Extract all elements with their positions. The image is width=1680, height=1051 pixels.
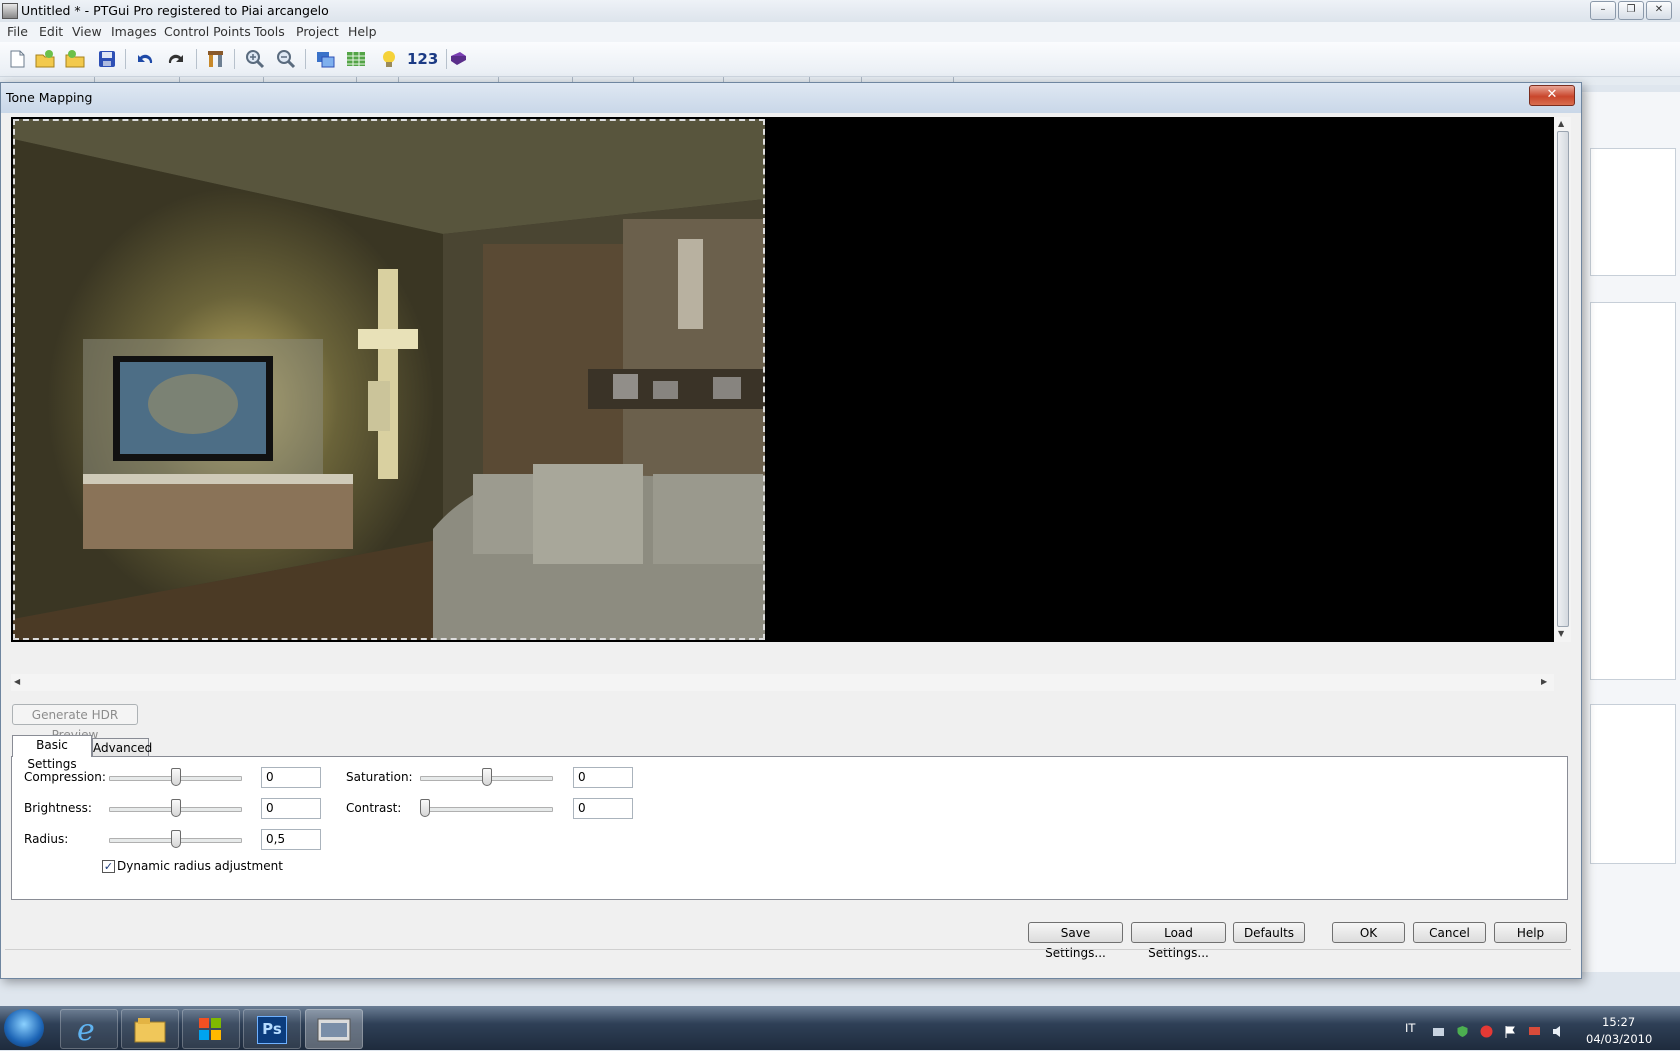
scroll-down-icon[interactable]: ▼: [1558, 629, 1564, 638]
menu-tools[interactable]: Tools: [254, 24, 285, 39]
windows-app-icon[interactable]: [182, 1009, 240, 1049]
saturation-label: Saturation:: [346, 770, 413, 784]
scroll-left-icon[interactable]: ◀: [14, 677, 20, 686]
dialog-title: Tone Mapping: [6, 90, 93, 105]
new-icon[interactable]: [6, 48, 28, 70]
clock-time[interactable]: 15:27: [1602, 1015, 1635, 1029]
clock-date[interactable]: 04/03/2010: [1586, 1032, 1652, 1046]
ok-button[interactable]: OK: [1332, 922, 1405, 943]
connection-tray-icon[interactable]: [1528, 1025, 1541, 1038]
saturation-slider[interactable]: [482, 768, 492, 786]
menu-file[interactable]: File: [7, 24, 28, 39]
menu-bar: File Edit View Images Control Points Too…: [0, 22, 1680, 42]
dialog-status-bar: [5, 949, 1571, 970]
defaults-button[interactable]: Defaults: [1233, 922, 1305, 943]
table-icon[interactable]: [345, 48, 367, 70]
cancel-button[interactable]: Cancel: [1413, 922, 1486, 943]
restore-icon[interactable]: ❐: [1618, 1, 1644, 20]
numbers-icon[interactable]: 123: [407, 50, 438, 68]
zoom-in-icon[interactable]: [244, 48, 266, 70]
dialog-title-bar: Tone Mapping ✕: [1, 83, 1581, 113]
batch-icon[interactable]: [447, 48, 469, 70]
undo-icon[interactable]: [134, 48, 156, 70]
load-settings-button[interactable]: Load Settings...: [1131, 922, 1226, 960]
menu-help[interactable]: Help: [348, 24, 377, 39]
lightbulb-icon[interactable]: [378, 48, 400, 70]
window-title: Untitled * - PTGui Pro registered to Pia…: [21, 3, 329, 18]
title-bar: Untitled * - PTGui Pro registered to Pia…: [0, 0, 1680, 23]
tab-advanced[interactable]: Advanced: [92, 738, 152, 758]
scroll-up-icon[interactable]: ▲: [1558, 119, 1564, 128]
flag-tray-icon[interactable]: [1504, 1025, 1517, 1038]
explorer-icon[interactable]: [121, 1009, 179, 1049]
contrast-slider-track: [420, 807, 553, 812]
brightness-label: Brightness:: [24, 801, 92, 815]
basic-settings-panel: Compression: 0 Brightness: 0 Radius: 0,5…: [11, 756, 1568, 900]
compression-slider[interactable]: [171, 768, 181, 786]
brightness-field[interactable]: 0: [261, 798, 321, 819]
tools-icon[interactable]: [205, 48, 227, 70]
menu-view[interactable]: View: [72, 24, 102, 39]
menu-project[interactable]: Project: [296, 24, 339, 39]
antivirus-tray-icon[interactable]: [1480, 1025, 1493, 1038]
redo-icon[interactable]: [165, 48, 187, 70]
tab-basic-settings[interactable]: Basic Settings: [12, 735, 92, 771]
language-indicator[interactable]: IT: [1405, 1021, 1415, 1035]
save-icon[interactable]: [96, 48, 118, 70]
menu-edit[interactable]: Edit: [39, 24, 63, 39]
internet-explorer-icon[interactable]: e: [60, 1009, 118, 1049]
scroll-right-icon[interactable]: ▶: [1541, 677, 1547, 686]
close-icon[interactable]: ✕: [1646, 1, 1672, 20]
taskbar: e Ps IT 15:27 04/03/2010: [0, 1006, 1680, 1050]
zoom-out-icon[interactable]: [275, 48, 297, 70]
help-button[interactable]: Help: [1494, 922, 1567, 943]
hdr-preview-area[interactable]: [11, 117, 1554, 642]
brightness-slider[interactable]: [171, 799, 181, 817]
preview-horizontal-scrollbar[interactable]: ◀ ▶: [11, 674, 1554, 691]
app-icon: [2, 3, 18, 19]
menu-images[interactable]: Images: [111, 24, 157, 39]
radius-slider[interactable]: [171, 830, 181, 848]
ptgui-icon[interactable]: [305, 1009, 363, 1049]
menu-control-points[interactable]: Control Points: [164, 24, 251, 39]
toolbar: 123: [0, 42, 1680, 77]
dynamic-radius-label: Dynamic radius adjustment: [117, 859, 283, 873]
preview-image: [13, 119, 765, 640]
preview-vertical-scrollbar[interactable]: ▲ ▼: [1554, 117, 1571, 642]
panorama-editor-icon[interactable]: [314, 48, 336, 70]
photoshop-icon[interactable]: Ps: [243, 1009, 301, 1049]
dynamic-radius-checkbox[interactable]: ✓: [102, 860, 115, 873]
svg-text:e: e: [77, 1013, 95, 1048]
save-settings-button[interactable]: Save Settings...: [1028, 922, 1123, 960]
start-icon[interactable]: [4, 1009, 44, 1047]
generate-hdr-preview-button[interactable]: Generate HDR Preview: [12, 704, 138, 742]
network-tray-icon[interactable]: [1432, 1025, 1445, 1038]
volume-tray-icon[interactable]: [1552, 1025, 1565, 1038]
open-recent-icon[interactable]: [64, 48, 86, 70]
contrast-slider[interactable]: [420, 799, 430, 817]
security-tray-icon[interactable]: [1456, 1025, 1469, 1038]
contrast-label: Contrast:: [346, 801, 402, 815]
minimize-icon[interactable]: –: [1590, 1, 1616, 20]
compression-field[interactable]: 0: [261, 767, 321, 788]
background-panel: [1582, 92, 1680, 972]
radius-field[interactable]: 0,5: [261, 829, 321, 850]
open-icon[interactable]: [34, 48, 56, 70]
photoshop-label: Ps: [257, 1016, 287, 1044]
tone-mapping-dialog: Tone Mapping ✕ ▲ ▼ ◀ ▶ Generate HDR Basi…: [0, 82, 1582, 979]
dialog-close-button[interactable]: ✕: [1529, 85, 1575, 106]
radius-label: Radius:: [24, 832, 69, 846]
saturation-field[interactable]: 0: [573, 767, 633, 788]
scrollbar-thumb[interactable]: [1557, 131, 1569, 627]
contrast-field[interactable]: 0: [573, 798, 633, 819]
